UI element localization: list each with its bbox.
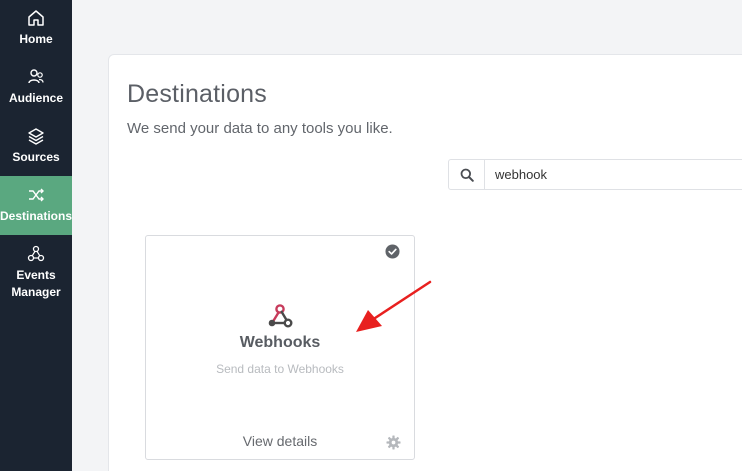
sidebar-item-label: Sources (12, 150, 60, 164)
check-circle-icon (385, 244, 400, 259)
sidebar-item-label-line2: Manager (11, 285, 61, 299)
search-input[interactable] (485, 160, 742, 189)
audience-icon (28, 69, 44, 84)
sidebar-item-audience[interactable]: Audience (0, 67, 72, 112)
shuffle-icon (29, 188, 44, 202)
sidebar-item-label: Destinations (0, 209, 73, 223)
sidebar-item-label: Events (16, 268, 56, 282)
destination-card-webhooks[interactable]: Webhooks Send data to Webhooks View deta… (145, 235, 415, 460)
page-title: Destinations (127, 80, 267, 108)
search-box (448, 159, 742, 190)
home-icon (28, 10, 44, 26)
red-arrow-icon (356, 280, 432, 332)
events-icon (27, 245, 45, 262)
page-subtitle: We send your data to any tools you like. (127, 120, 393, 137)
sidebar-item-sources[interactable]: Sources (0, 126, 72, 171)
top-bar (72, 0, 742, 18)
sidebar-item-label: Home (19, 32, 53, 46)
webhook-logo-icon (268, 304, 293, 328)
gear-icon[interactable] (386, 435, 401, 450)
search-icon[interactable] (449, 160, 485, 189)
sidebar-item-destinations[interactable]: Destinations (0, 176, 72, 235)
sidebar-item-home[interactable]: Home (0, 8, 72, 53)
view-details-link[interactable]: View details (146, 433, 414, 449)
card-title: Webhooks (239, 334, 321, 351)
card-description: Send data to Webhooks (216, 362, 344, 376)
sidebar-item-events-manager[interactable]: Events Manager (0, 244, 72, 304)
sidebar-item-label: Audience (8, 91, 63, 105)
layers-icon (28, 128, 44, 145)
sidebar: Home Audience Sources Destinations Event… (0, 0, 72, 471)
